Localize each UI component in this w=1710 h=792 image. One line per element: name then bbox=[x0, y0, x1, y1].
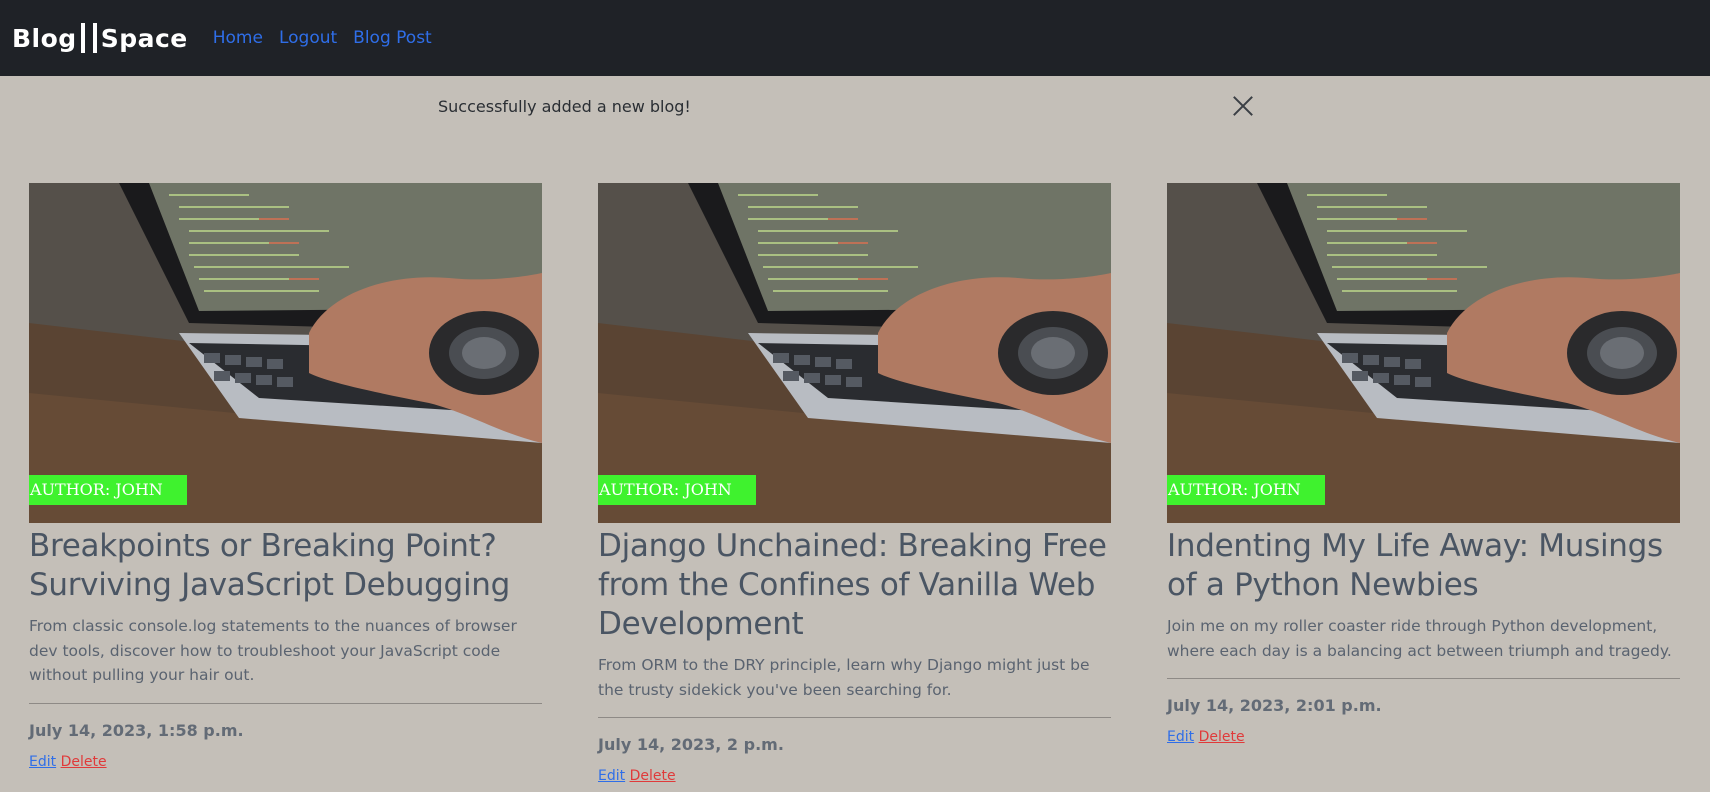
nav-link-logout[interactable]: Logout bbox=[279, 28, 337, 48]
blog-card-image: AUTHOR: JOHN bbox=[598, 183, 1111, 523]
author-badge: AUTHOR: JOHN bbox=[598, 475, 756, 505]
alert-message: Successfully added a new blog! bbox=[438, 96, 691, 116]
author-badge: AUTHOR: JOHN bbox=[1167, 475, 1325, 505]
edit-link[interactable]: Edit bbox=[598, 768, 625, 784]
nav-link-blog-post[interactable]: Blog Post bbox=[353, 28, 432, 48]
delete-link[interactable]: Delete bbox=[630, 768, 676, 784]
blog-card-actions: Edit Delete bbox=[29, 754, 542, 770]
brand-divider bbox=[92, 23, 97, 53]
divider bbox=[29, 702, 542, 704]
brand-part2: Space bbox=[100, 23, 188, 53]
blog-card-date: July 14, 2023, 2:01 p.m. bbox=[1167, 696, 1382, 715]
blog-card: AUTHOR: JOHN Indenting My Life Away: Mus… bbox=[1167, 183, 1680, 745]
blog-card-title[interactable]: Django Unchained: Breaking Free from the… bbox=[598, 527, 1111, 644]
laptop-photo bbox=[598, 183, 1111, 523]
author-badge: AUTHOR: JOHN bbox=[29, 475, 187, 505]
blog-card: AUTHOR: JOHN Django Unchained: Breaking … bbox=[598, 183, 1111, 784]
navbar: Blog Space Home Logout Blog Post bbox=[0, 0, 1710, 76]
brand-divider bbox=[80, 23, 85, 53]
brand-part1: Blog bbox=[12, 23, 77, 53]
divider bbox=[598, 717, 1111, 718]
delete-link[interactable]: Delete bbox=[61, 754, 107, 770]
blog-card-title[interactable]: Breakpoints or Breaking Point? Surviving… bbox=[29, 527, 542, 605]
close-icon[interactable] bbox=[1232, 95, 1254, 117]
blog-card-image: AUTHOR: JOHN bbox=[1167, 183, 1680, 523]
delete-link[interactable]: Delete bbox=[1199, 729, 1245, 745]
blog-card-description: From classic console.log statements to t… bbox=[29, 617, 517, 684]
blog-card-title[interactable]: Indenting My Life Away: Musings of a Pyt… bbox=[1167, 527, 1680, 605]
nav-link-home[interactable]: Home bbox=[213, 28, 263, 48]
nav-links: Home Logout Blog Post bbox=[213, 28, 432, 48]
blog-card-date: July 14, 2023, 1:58 p.m. bbox=[29, 720, 244, 740]
blog-card: AUTHOR: JOHN Breakpoints or Breaking Poi… bbox=[29, 183, 542, 770]
success-alert: Successfully added a new blog! bbox=[410, 88, 1280, 124]
edit-link[interactable]: Edit bbox=[1167, 729, 1194, 745]
edit-link[interactable]: Edit bbox=[29, 754, 56, 770]
blog-card-image: AUTHOR: JOHN bbox=[29, 183, 542, 523]
laptop-photo bbox=[1167, 183, 1680, 523]
brand-logo[interactable]: Blog Space bbox=[12, 23, 188, 53]
blog-card-description: From ORM to the DRY principle, learn why… bbox=[598, 656, 1090, 699]
divider bbox=[1167, 678, 1680, 679]
blog-card-description: Join me on my roller coaster ride throug… bbox=[1167, 617, 1672, 660]
blog-card-actions: Edit Delete bbox=[1167, 729, 1680, 745]
laptop-photo bbox=[29, 183, 542, 523]
blog-card-date: July 14, 2023, 2 p.m. bbox=[598, 735, 784, 754]
blog-card-actions: Edit Delete bbox=[598, 768, 1111, 784]
